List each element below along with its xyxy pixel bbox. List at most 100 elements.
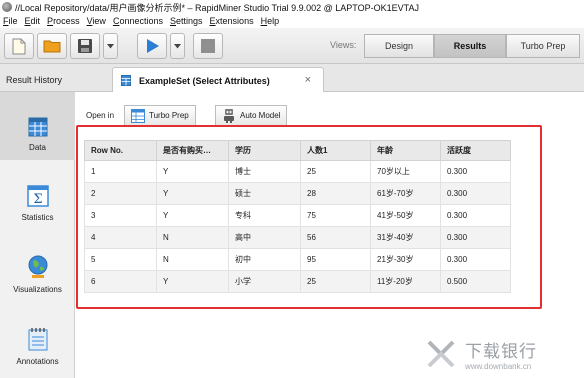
column-header-activity[interactable]: 活跃度: [440, 140, 511, 161]
turbo-prep-icon: [131, 108, 145, 123]
result-view-sidebar: Data Σ Statistics Visualizations Annotat…: [0, 92, 75, 378]
annotations-note-icon: [28, 328, 47, 351]
column-header-purchased[interactable]: 是否有购买…: [156, 140, 229, 161]
table-cell: 硕士: [228, 182, 301, 205]
turbo-prep-label: Turbo Prep: [149, 111, 189, 120]
sidebar-item-visualizations[interactable]: Visualizations: [0, 234, 75, 302]
view-results-button[interactable]: Results: [434, 34, 506, 58]
example-set-table: Row No. 是否有购买… 学历 人数1 年龄 活跃度 1 Y 博士 25 7…: [84, 140, 511, 293]
table-cell: Y: [156, 204, 229, 227]
save-process-button[interactable]: [70, 33, 100, 59]
save-icon: [78, 39, 92, 53]
results-tab-row: Result History ExampleSet (Select Attrib…: [0, 64, 584, 93]
sidebar-item-statistics-label: Statistics: [21, 213, 54, 222]
table-cell: 31岁-40岁: [370, 226, 441, 249]
new-process-button[interactable]: [4, 33, 34, 59]
table-cell: 1: [84, 160, 157, 183]
statistics-sigma-icon: Σ: [26, 185, 49, 207]
table-cell: Y: [156, 182, 229, 205]
table-cell: N: [156, 248, 229, 271]
open-in-label: Open in: [86, 111, 115, 120]
data-grid-icon: [28, 117, 47, 137]
menu-settings[interactable]: Settings: [170, 16, 203, 26]
column-header-count[interactable]: 人数1: [300, 140, 371, 161]
table-row[interactable]: 5 N 初中 95 21岁-30岁 0.300: [84, 248, 511, 271]
close-tab-icon[interactable]: ×: [305, 74, 311, 86]
menu-extensions[interactable]: Extensions: [210, 16, 254, 26]
view-design-button[interactable]: Design: [364, 34, 434, 58]
tab-exampleset[interactable]: ExampleSet (Select Attributes) ×: [112, 67, 324, 93]
tab-result-history[interactable]: Result History: [0, 68, 110, 92]
menu-edit[interactable]: Edit: [25, 16, 41, 26]
menu-process[interactable]: Process: [47, 16, 80, 26]
menu-connections[interactable]: Connections: [113, 16, 163, 26]
table-cell: 高中: [228, 226, 301, 249]
column-header-education[interactable]: 学历: [228, 140, 301, 161]
window-title: //Local Repository/data/用户画像分析示例* – Rapi…: [15, 2, 419, 13]
menu-view[interactable]: View: [87, 16, 106, 26]
menu-help[interactable]: Help: [261, 16, 280, 26]
table-cell: 11岁-20岁: [370, 270, 441, 293]
table-cell: 0.300: [440, 204, 511, 227]
sidebar-item-data[interactable]: Data: [0, 92, 75, 160]
menu-bar: File Edit Process View Connections Setti…: [0, 14, 584, 28]
table-row[interactable]: 1 Y 博士 25 70岁以上 0.300: [84, 160, 511, 183]
auto-model-robot-icon: [224, 109, 234, 123]
table-icon: [121, 75, 131, 86]
column-header-age[interactable]: 年龄: [370, 140, 441, 161]
table-cell: 0.300: [440, 226, 511, 249]
run-options-dropdown[interactable]: [170, 33, 185, 59]
table-cell: 初中: [228, 248, 301, 271]
table-cell: 41岁-50岁: [370, 204, 441, 227]
sidebar-item-visualizations-label: Visualizations: [13, 285, 62, 294]
new-process-icon: [12, 38, 26, 54]
table-cell: 4: [84, 226, 157, 249]
table-cell: 56: [300, 226, 371, 249]
table-row[interactable]: 3 Y 专科 75 41岁-50岁 0.300: [84, 204, 511, 227]
sidebar-item-annotations[interactable]: Annotations: [0, 306, 75, 374]
table-cell: 6: [84, 270, 157, 293]
visualizations-globe-icon: [28, 255, 47, 278]
table-row[interactable]: 6 Y 小学 25 11岁-20岁 0.500: [84, 270, 511, 293]
view-turbo-prep-button[interactable]: Turbo Prep: [506, 34, 580, 58]
sidebar-item-annotations-label: Annotations: [16, 357, 59, 366]
table-cell: 28: [300, 182, 371, 205]
svg-text:Σ: Σ: [33, 192, 42, 207]
dropdown-arrow-icon: [174, 43, 181, 48]
sidebar-item-data-label: Data: [29, 143, 46, 152]
rapidminer-app-icon: [2, 2, 12, 12]
table-cell: 2: [84, 182, 157, 205]
table-cell: 25: [300, 160, 371, 183]
window-title-bar: //Local Repository/data/用户画像分析示例* – Rapi…: [0, 0, 584, 14]
table-cell: 0.500: [440, 270, 511, 293]
downbank-logo-icon: [427, 340, 455, 368]
column-header-row-no[interactable]: Row No.: [84, 140, 157, 161]
highlighted-data-region: Row No. 是否有购买… 学历 人数1 年龄 活跃度 1 Y 博士 25 7…: [76, 125, 542, 309]
main-toolbar: Views: Design Results Turbo Prep: [0, 28, 584, 64]
table-cell: 5: [84, 248, 157, 271]
sidebar-item-statistics[interactable]: Σ Statistics: [0, 162, 75, 230]
open-in-auto-model-button[interactable]: Auto Model: [215, 105, 288, 126]
dropdown-arrow-icon: [107, 43, 114, 48]
menu-file[interactable]: File: [3, 16, 18, 26]
open-process-button[interactable]: [37, 33, 67, 59]
table-header-row: Row No. 是否有购买… 学历 人数1 年龄 活跃度: [84, 140, 511, 161]
open-folder-icon: [43, 40, 61, 53]
table-cell: Y: [156, 160, 229, 183]
table-cell: 专科: [228, 204, 301, 227]
table-cell: 博士: [228, 160, 301, 183]
stop-process-button[interactable]: [193, 33, 223, 59]
save-options-dropdown[interactable]: [103, 33, 118, 59]
auto-model-label: Auto Model: [240, 111, 281, 120]
open-in-turbo-prep-button[interactable]: Turbo Prep: [124, 105, 196, 126]
run-process-button[interactable]: [137, 33, 167, 59]
table-cell: 21岁-30岁: [370, 248, 441, 271]
table-cell: 0.300: [440, 248, 511, 271]
table-cell: N: [156, 226, 229, 249]
tab-exampleset-label: ExampleSet (Select Attributes): [139, 75, 270, 86]
stop-icon: [201, 39, 215, 53]
watermark-chinese-text: 下载银行: [465, 342, 537, 362]
table-cell: 70岁以上: [370, 160, 441, 183]
table-row[interactable]: 4 N 高中 56 31岁-40岁 0.300: [84, 226, 511, 249]
table-row[interactable]: 2 Y 硕士 28 61岁-70岁 0.300: [84, 182, 511, 205]
